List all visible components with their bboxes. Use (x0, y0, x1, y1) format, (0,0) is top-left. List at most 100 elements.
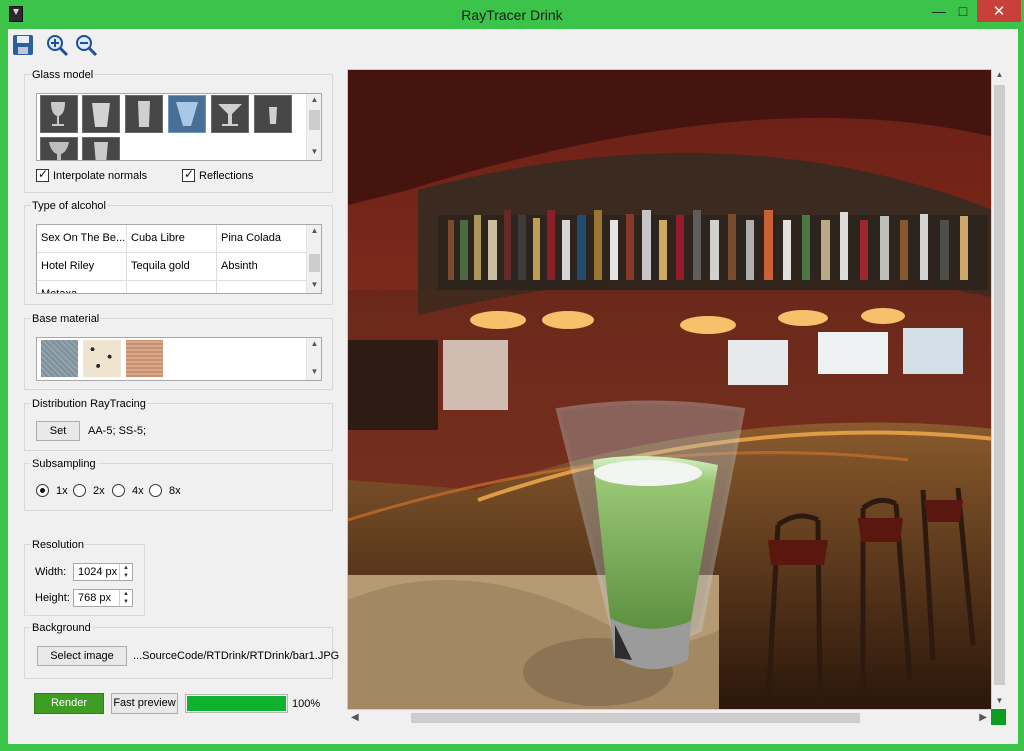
glass-model-martini[interactable] (211, 95, 249, 133)
shot-glass-icon (176, 102, 198, 126)
select-image-button[interactable]: Select image (37, 646, 127, 666)
alcohol-cell[interactable]: Absinth (217, 253, 307, 281)
spin-up-icon[interactable]: ▲ (120, 590, 132, 598)
glass-model-group: Glass model ▲ ▼ ✓ Interpolate normals ✓ … (24, 69, 333, 193)
tumbler-glass-icon (92, 103, 110, 127)
radio-4x-icon[interactable] (112, 484, 125, 497)
maximize-button[interactable]: □ (952, 0, 974, 22)
radio-8x-icon[interactable] (149, 484, 162, 497)
subsampling-group: Subsampling 1x 2x 4x 8x (24, 458, 333, 511)
subsampling-option-8x[interactable]: 8x (149, 484, 181, 497)
distribution-title: Distribution RayTracing (31, 398, 147, 410)
alcohol-cell[interactable] (217, 281, 307, 293)
glass-model-short[interactable] (82, 137, 120, 160)
subsampling-2x-label: 2x (93, 484, 105, 497)
glass-model-small[interactable] (254, 95, 292, 133)
viewer-horizontal-scrollbar[interactable]: ◀ ▶ (347, 709, 991, 725)
scroll-down-icon[interactable]: ▼ (307, 367, 321, 379)
scroll-right-icon[interactable]: ▶ (979, 712, 987, 723)
glass-model-shot[interactable] (168, 95, 206, 133)
zoom-in-icon (47, 35, 69, 57)
base-material-list[interactable]: ▲ ▼ (36, 337, 322, 381)
fast-preview-button[interactable]: Fast preview (111, 693, 178, 714)
tall-glass-icon (138, 101, 150, 127)
subsampling-option-1x[interactable]: 1x (36, 484, 68, 497)
material-swatch-blue-grey[interactable] (41, 340, 78, 377)
scroll-down-icon[interactable]: ▼ (307, 280, 321, 292)
zoom-in-button[interactable] (45, 33, 69, 57)
alcohol-cell[interactable]: Hotel Riley (37, 253, 127, 281)
scroll-left-icon[interactable]: ◀ (351, 712, 359, 723)
width-label: Width: (35, 566, 67, 578)
render-viewer[interactable] (347, 69, 1006, 725)
scroll-up-icon[interactable]: ▲ (307, 339, 321, 351)
height-label: Height: (35, 592, 70, 604)
alcohol-title: Type of alcohol (31, 200, 107, 212)
material-swatch-stone-pattern[interactable] (83, 340, 121, 377)
scroll-up-icon[interactable]: ▲ (307, 226, 321, 238)
minimize-button[interactable]: — (928, 0, 950, 22)
height-spinbox[interactable]: 768 px ▲ ▼ (73, 589, 133, 607)
glass-model-goblet[interactable] (40, 137, 78, 160)
alcohol-cell[interactable]: Tequila gold (127, 253, 217, 281)
resolution-group: Resolution Width: 1024 px ▲ ▼ Height: 768… (24, 539, 145, 616)
render-image (348, 70, 1005, 710)
main-window: RayTracer Drink — □ ✕ Glass model ▲ ▼ ✓ … (0, 0, 1024, 751)
reflections-label: Reflections (199, 169, 254, 182)
glass-list-scrollbar[interactable]: ▲ ▼ (306, 94, 321, 160)
base-material-title: Base material (31, 313, 101, 325)
toolbar (8, 29, 1018, 61)
scroll-up-icon[interactable]: ▲ (307, 95, 321, 107)
alcohol-table[interactable]: Sex On The Be... Cuba Libre Pina Colada … (36, 224, 322, 294)
scroll-down-icon[interactable]: ▼ (307, 147, 321, 159)
alcohol-cell[interactable]: Pina Colada (217, 225, 307, 253)
subsampling-option-4x[interactable]: 4x (112, 484, 144, 497)
viewer-vertical-thumb[interactable] (994, 85, 1005, 685)
resolution-title: Resolution (31, 539, 85, 551)
close-icon: ✕ (992, 3, 1006, 20)
viewer-horizontal-thumb[interactable] (411, 713, 860, 723)
radio-1x-icon[interactable] (36, 484, 49, 497)
material-swatch-terracotta[interactable] (126, 340, 163, 377)
viewer-vertical-scrollbar[interactable]: ▲ ▼ (991, 69, 1006, 709)
set-button[interactable]: Set (36, 421, 80, 441)
spin-down-icon[interactable]: ▼ (120, 572, 132, 580)
subsampling-option-2x[interactable]: 2x (73, 484, 105, 497)
spin-up-icon[interactable]: ▲ (120, 564, 132, 572)
save-button[interactable] (11, 33, 35, 57)
alcohol-cell[interactable] (127, 281, 217, 293)
width-spin-buttons[interactable]: ▲ ▼ (119, 564, 132, 580)
viewer-corner (991, 709, 1006, 725)
interpolate-normals-check-icon[interactable] (36, 167, 49, 182)
glass-model-list[interactable]: ▲ ▼ (36, 93, 322, 161)
height-spin-buttons[interactable]: ▲ ▼ (119, 590, 132, 606)
glass-model-tall[interactable] (125, 95, 163, 133)
radio-2x-icon[interactable] (73, 484, 86, 497)
zoom-out-button[interactable] (74, 33, 98, 57)
alcohol-cell[interactable]: Sex On The Be... (37, 225, 127, 253)
base-material-group: Base material ▲ ▼ (24, 313, 333, 390)
scroll-down-icon[interactable]: ▼ (992, 696, 1007, 708)
spin-down-icon[interactable]: ▼ (120, 598, 132, 606)
close-button[interactable]: ✕ (977, 0, 1021, 22)
alcohol-cell[interactable]: Metaxa (37, 281, 127, 293)
reflections-checkbox[interactable]: Reflections (182, 167, 254, 182)
background-path: ...SourceCode/RTDrink/RTDrink/bar1.JPG (133, 650, 340, 662)
render-progress-bar (185, 694, 288, 713)
glass-model-tumbler[interactable] (82, 95, 120, 133)
width-value: 1024 px (78, 566, 118, 578)
alcohol-cell[interactable]: Cuba Libre (127, 225, 217, 253)
interpolate-normals-checkbox[interactable]: Interpolate normals (36, 167, 147, 182)
width-spinbox[interactable]: 1024 px ▲ ▼ (73, 563, 133, 581)
scroll-thumb[interactable] (309, 110, 320, 130)
reflections-check-icon[interactable] (182, 167, 195, 182)
alcohol-scrollbar[interactable]: ▲ ▼ (306, 225, 321, 293)
render-button[interactable]: Render (34, 693, 104, 714)
minimize-icon: — (932, 3, 946, 19)
scroll-up-icon[interactable]: ▲ (992, 70, 1007, 82)
window-title: RayTracer Drink (461, 7, 563, 23)
glass-model-wine[interactable] (40, 95, 78, 133)
title-bar[interactable]: RayTracer Drink — □ ✕ (0, 0, 1024, 29)
scroll-thumb[interactable] (309, 254, 320, 272)
material-scrollbar[interactable]: ▲ ▼ (306, 338, 321, 380)
